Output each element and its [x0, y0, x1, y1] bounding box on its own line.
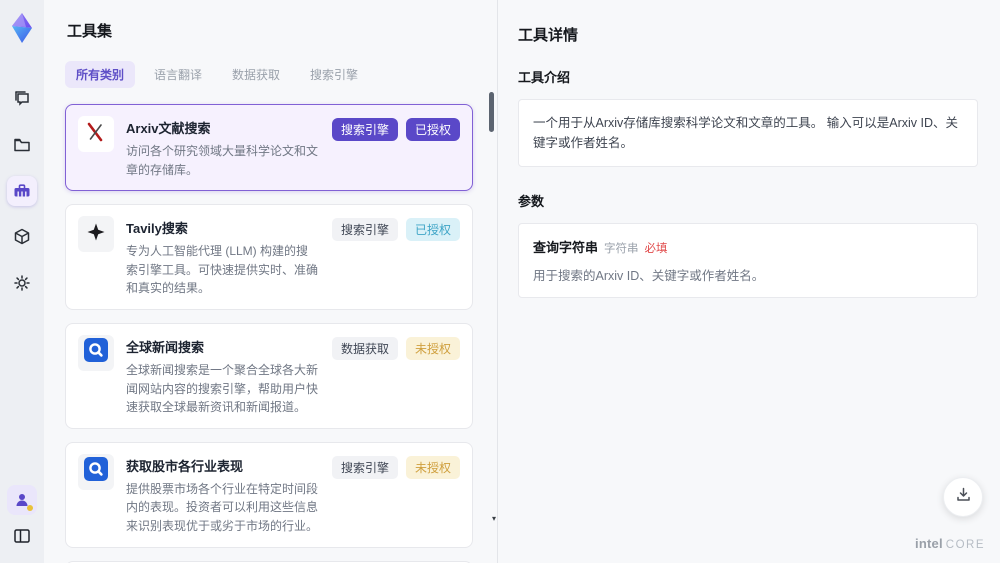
tool-icon-box — [78, 334, 114, 371]
status-badge: 已授权 — [405, 118, 460, 141]
tool-icon-box — [78, 116, 114, 152]
sidebar-item-settings[interactable] — [7, 268, 37, 298]
param-box: 查询字符串 字符串 必填 用于搜索的Arxiv ID、关键字或作者姓名。 — [518, 223, 978, 298]
tool-description: 访问各个研究领域大量科学论文和文章的存储库。 — [126, 144, 319, 177]
tool-list: Arxiv文献搜索 访问各个研究领域大量科学论文和文章的存储库。 搜索引擎 已授… — [65, 104, 481, 563]
tool-name: 获取股市各行业表现 — [126, 458, 244, 474]
tool-card[interactable]: 获取股市各行业表现 提供股票市场各个行业在特定时间段内的表现。投资者可以利用这些… — [65, 441, 473, 548]
intel-core-logo: intel core — [915, 536, 985, 551]
tool-description: 全球新闻搜索是一个聚合全球各大新闻网站内容的搜索引擎，帮助用户快速获取全球最新资… — [126, 362, 319, 415]
tool-card[interactable]: 全球新闻搜索 全球新闻搜索是一个聚合全球各大新闻网站内容的搜索引擎，帮助用户快速… — [65, 322, 473, 429]
folder-icon — [12, 135, 32, 155]
search-app-icon — [83, 456, 109, 487]
status-badge: 已授权 — [405, 218, 460, 242]
panel-toggle-icon — [12, 526, 32, 546]
category-badge: 搜索引擎 — [331, 218, 398, 242]
sidebar-item-tools[interactable] — [7, 176, 37, 206]
category-badge: 搜索引擎 — [331, 118, 398, 141]
tool-badges: 搜索引擎 未授权 — [331, 454, 460, 536]
category-tab-1[interactable]: 语言翻译 — [143, 61, 213, 88]
param-header: 查询字符串 字符串 必填 — [533, 237, 963, 256]
sidebar-item-files[interactable] — [7, 130, 37, 160]
tool-list-panel: 工具集 所有类别 语言翻译 数据获取 搜索引擎 Arxiv文献搜索 访问各个研究领域大… — [44, 0, 497, 563]
cube-icon — [12, 227, 32, 247]
intro-box: 一个用于从Arxiv存储库搜索科学论文和文章的工具。 输入可以是Arxiv ID… — [518, 99, 978, 167]
brand-intel-text: intel — [915, 536, 943, 551]
tool-description: 专为人工智能代理 (LLM) 构建的搜索引擎工具。可快速提供实时、准确和真实的结… — [126, 244, 319, 296]
scrollbar-down-caret[interactable]: ▾ — [492, 514, 496, 523]
category-tab-2[interactable]: 数据获取 — [221, 61, 291, 88]
param-required-badge: 必填 — [644, 243, 668, 255]
detail-title: 工具详情 — [518, 27, 579, 44]
tool-card-body: Tavily搜索 专为人工智能代理 (LLM) 构建的搜索引擎工具。可快速提供实… — [126, 216, 320, 298]
category-tab-0[interactable]: 所有类别 — [65, 61, 136, 88]
category-tabs: 所有类别 语言翻译 数据获取 搜索引擎 — [65, 61, 481, 88]
sidebar-item-account[interactable] — [7, 485, 37, 515]
sidebar-item-chat[interactable] — [7, 84, 37, 114]
category-badge: 数据获取 — [331, 336, 398, 360]
tool-card[interactable]: Arxiv文献搜索 访问各个研究领域大量科学论文和文章的存储库。 搜索引擎 已授… — [65, 104, 473, 192]
tool-name: Arxiv文献搜索 — [126, 121, 211, 136]
icon-rail — [0, 0, 44, 563]
download-button[interactable] — [943, 477, 983, 517]
status-badge: 未授权 — [405, 455, 460, 479]
tool-card-body: Arxiv文献搜索 访问各个研究领域大量科学论文和文章的存储库。 — [126, 116, 320, 179]
params-heading: 参数 — [518, 194, 545, 209]
sparkle-icon — [86, 222, 106, 247]
tool-badges: 搜索引擎 已授权 — [331, 116, 460, 179]
intro-heading: 工具介绍 — [518, 70, 571, 85]
app-logo — [6, 10, 38, 46]
gear-icon — [12, 273, 32, 293]
tool-icon-box — [78, 216, 114, 253]
param-type: 字符串 — [604, 243, 639, 255]
status-badge: 未授权 — [405, 336, 460, 360]
param-description: 用于搜索的Arxiv ID、关键字或作者姓名。 — [533, 269, 765, 283]
search-app-icon — [83, 337, 109, 368]
user-status-dot — [27, 505, 33, 511]
tool-icon-box — [78, 453, 114, 490]
briefcase-icon — [12, 181, 32, 201]
tool-detail-panel: 工具详情 工具介绍 一个用于从Arxiv存储库搜索科学论文和文章的工具。 输入可… — [498, 0, 1000, 563]
arxiv-icon — [85, 121, 107, 148]
intro-text: 一个用于从Arxiv存储库搜索科学论文和文章的工具。 输入可以是Arxiv ID… — [533, 116, 959, 150]
list-scrollbar[interactable]: ▾ — [489, 90, 496, 551]
tool-name: 全球新闻搜索 — [126, 339, 205, 355]
page-title: 工具集 — [67, 23, 113, 40]
scrollbar-thumb[interactable] — [489, 92, 494, 132]
param-name: 查询字符串 — [533, 240, 599, 255]
brand-core-text: core — [945, 539, 985, 551]
category-badge: 搜索引擎 — [331, 455, 398, 479]
tool-badges: 数据获取 未授权 — [331, 335, 460, 417]
main-content: 工具集 所有类别 语言翻译 数据获取 搜索引擎 Arxiv文献搜索 访问各个研究领域大… — [44, 0, 1000, 563]
download-icon — [955, 486, 972, 508]
category-tab-3[interactable]: 搜索引擎 — [299, 61, 369, 88]
tool-card[interactable]: Tavily搜索 专为人工智能代理 (LLM) 构建的搜索引擎工具。可快速提供实… — [65, 204, 473, 310]
tool-card-body: 全球新闻搜索 全球新闻搜索是一个聚合全球各大新闻网站内容的搜索引擎，帮助用户快速… — [126, 335, 320, 417]
tool-name: Tavily搜索 — [126, 221, 188, 237]
sidebar-toggle[interactable] — [7, 521, 37, 551]
tool-card-body: 获取股市各行业表现 提供股票市场各个行业在特定时间段内的表现。投资者可以利用这些… — [126, 454, 320, 536]
sidebar-item-packages[interactable] — [7, 222, 37, 252]
tool-description: 提供股票市场各个行业在特定时间段内的表现。投资者可以利用这些信息来识别表现优于或… — [126, 481, 319, 533]
tool-badges: 搜索引擎 已授权 — [331, 216, 460, 298]
chat-icon — [12, 89, 32, 109]
